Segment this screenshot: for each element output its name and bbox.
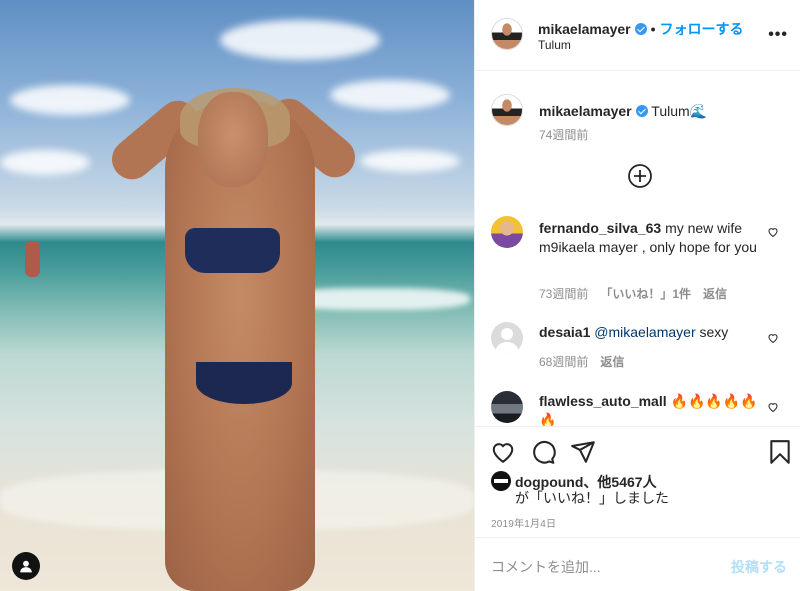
comment-text: fernando_silva_63 my new wife m9ikaela m… (539, 219, 761, 257)
caption-time[interactable]: 74週間前 (539, 126, 588, 143)
comment-username[interactable]: flawless_auto_mall (539, 393, 667, 409)
avatar[interactable] (491, 18, 523, 50)
avatar[interactable] (491, 471, 511, 491)
reply-button[interactable]: 返信 (600, 355, 624, 369)
separator-dot: • (650, 21, 656, 37)
caption-body: Tulum🌊 (651, 103, 708, 119)
plus-circle-icon[interactable] (627, 163, 653, 189)
likes-suffix: が「いいね！」しました (515, 490, 669, 506)
action-bar (475, 426, 800, 474)
cloud (220, 20, 380, 60)
comment-time[interactable]: 73週間前 (539, 287, 588, 301)
comment-meta: 73週間前 「いいね！」1件 返信 (539, 285, 739, 302)
post-photo[interactable] (0, 0, 474, 591)
post-date[interactable]: 2019年1月4日 (491, 515, 556, 530)
post-panel: mikaelamayer • フォローする Tulum ••• mikaelamay… (474, 0, 800, 591)
comment-meta: 68週間前 返信 (539, 353, 636, 370)
avatar[interactable] (491, 322, 523, 354)
header-user-line: mikaelamayer • フォローする (538, 19, 744, 39)
bookmark-icon[interactable] (767, 439, 793, 465)
cloud (360, 150, 460, 172)
verified-icon (634, 23, 647, 35)
heart-icon[interactable] (767, 401, 779, 413)
caption-text: mikaelamayer Tulum🌊 (539, 102, 761, 121)
comments-list[interactable]: mikaelamayer Tulum🌊 74週間前 fernando_silva… (475, 72, 800, 426)
user-tag-icon[interactable] (12, 552, 40, 580)
avatar[interactable] (491, 94, 523, 126)
comment-text: desaia1 @mikaelamayer sexy (539, 323, 761, 342)
comment-username[interactable]: desaia1 (539, 324, 590, 340)
comment-text: flawless_auto_mall 🔥🔥🔥🔥🔥🔥 (539, 392, 761, 426)
avatar[interactable] (491, 391, 523, 423)
add-comment-bar: コメントを追加... 投稿する (475, 537, 800, 591)
cloud (330, 80, 450, 110)
post-header: mikaelamayer • フォローする Tulum ••• (475, 0, 800, 71)
heart-icon[interactable] (767, 226, 779, 238)
header-username[interactable]: mikaelamayer (538, 21, 631, 37)
caption-username[interactable]: mikaelamayer (539, 103, 632, 119)
post-button[interactable]: 投稿する (731, 557, 787, 577)
verified-icon (635, 105, 648, 117)
swimwear-top (185, 228, 280, 273)
comment-input[interactable]: コメントを追加... (491, 557, 601, 577)
comment-likes[interactable]: 「いいね！」1件 (600, 287, 691, 301)
background-person (25, 241, 40, 277)
heart-icon[interactable] (490, 439, 516, 465)
comment-body: sexy (699, 324, 729, 340)
reply-button[interactable]: 返信 (703, 287, 727, 301)
heart-icon[interactable] (767, 332, 779, 344)
more-icon[interactable]: ••• (768, 26, 788, 44)
follow-button[interactable]: フォローする (660, 21, 744, 37)
comment-icon[interactable] (530, 439, 556, 465)
share-icon[interactable] (570, 439, 596, 465)
avatar[interactable] (491, 216, 523, 248)
figure-head (198, 92, 268, 187)
location-link[interactable]: Tulum (538, 38, 571, 52)
comment-time[interactable]: 68週間前 (539, 355, 588, 369)
cloud (10, 85, 130, 115)
comment-username[interactable]: fernando_silva_63 (539, 220, 661, 236)
comment-mention[interactable]: @mikaelamayer (594, 324, 695, 340)
cloud (0, 150, 90, 175)
swimwear-bottom (196, 362, 292, 404)
